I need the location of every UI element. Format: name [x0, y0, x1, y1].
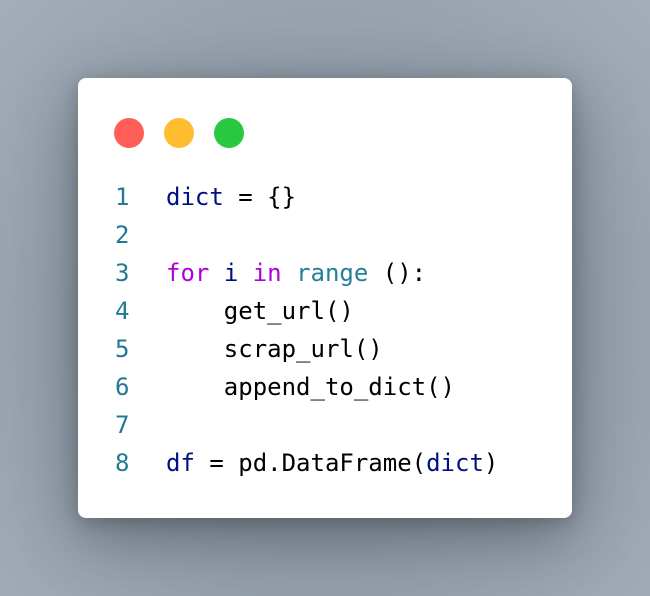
- code-text: for i in range ():: [166, 254, 426, 292]
- code-token-variable: i: [223, 259, 239, 287]
- code-token-variable: dict: [426, 449, 484, 477]
- code-line: 7: [78, 406, 572, 444]
- code-text: scrap_url(): [166, 330, 383, 368]
- code-token-plain: ): [483, 449, 499, 477]
- line-number: 4: [115, 297, 130, 325]
- minimize-dot-icon[interactable]: [164, 118, 194, 148]
- code-token-plain: = pd.DataFrame(: [194, 449, 427, 477]
- code-token-variable: dict: [166, 183, 224, 211]
- code-block: 1 dict = {} 2 3 for i in range (): 4 get_url(…: [78, 178, 572, 482]
- line-number: 2: [115, 221, 130, 249]
- code-text: dict = {}: [166, 178, 296, 216]
- code-text: get_url(): [166, 292, 354, 330]
- code-token-variable: df: [166, 449, 195, 477]
- line-number: 6: [115, 373, 130, 401]
- code-line: 8 df = pd.DataFrame(dict): [78, 444, 572, 482]
- maximize-dot-icon[interactable]: [214, 118, 244, 148]
- close-dot-icon[interactable]: [114, 118, 144, 148]
- code-window: 1 dict = {} 2 3 for i in range (): 4 get_url(…: [78, 78, 572, 518]
- code-line: 5 scrap_url(): [78, 330, 572, 368]
- code-token-keyword: in: [252, 259, 282, 287]
- code-token-plain: append_to_dict(): [166, 373, 455, 401]
- line-number: 1: [115, 183, 130, 211]
- code-line: 3 for i in range ():: [78, 254, 572, 292]
- code-token-builtin: range: [296, 259, 369, 287]
- code-line: 6 append_to_dict(): [78, 368, 572, 406]
- line-number: 7: [115, 411, 130, 439]
- code-line: 1 dict = {}: [78, 178, 572, 216]
- code-token-plain: scrap_url(): [166, 335, 383, 363]
- code-text: df = pd.DataFrame(dict): [166, 444, 498, 482]
- code-token-plain: ():: [368, 259, 427, 287]
- code-line: 4 get_url(): [78, 292, 572, 330]
- line-number: 3: [115, 259, 130, 287]
- code-line: 2: [78, 216, 572, 254]
- line-number: 8: [115, 449, 130, 477]
- code-token-plain: = {}: [223, 183, 297, 211]
- code-text: append_to_dict(): [166, 368, 455, 406]
- code-token-keyword: for: [166, 259, 210, 287]
- code-token-plain: get_url(): [166, 297, 354, 325]
- line-number: 5: [115, 335, 130, 363]
